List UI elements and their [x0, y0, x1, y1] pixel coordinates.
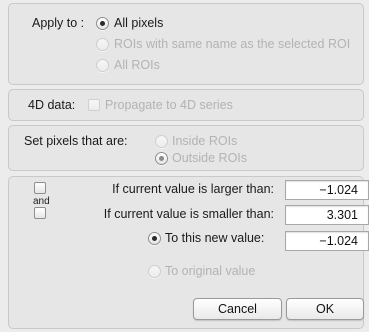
radio-original-value[interactable] [148, 265, 161, 278]
apply-to-label: Apply to : [32, 16, 85, 30]
fourd-label: 4D data: [28, 98, 76, 112]
apply-to-panel: Apply to : All pixels ROIs with same nam… [8, 3, 364, 85]
and-label: and [33, 196, 50, 207]
radio-new-value[interactable] [148, 232, 161, 245]
conditions-panel: and If current value is larger than: −1.… [8, 176, 369, 329]
option-all-pixels-label[interactable]: All pixels [114, 16, 163, 30]
option-inside-rois-label[interactable]: Inside ROIs [172, 134, 237, 148]
smaller-than-input[interactable]: 3.301 [285, 205, 369, 225]
option-all-rois-label[interactable]: All ROIs [114, 58, 160, 72]
option-rois-same-name-label[interactable]: ROIs with same name as the selected ROI [114, 37, 350, 51]
option-outside-rois-label[interactable]: Outside ROIs [172, 151, 247, 165]
larger-than-label: If current value is larger than: [112, 182, 274, 196]
set-pixels-label: Set pixels that are: [24, 134, 128, 148]
propagate-4d-checkbox[interactable] [88, 99, 100, 111]
radio-all-pixels[interactable] [96, 17, 109, 30]
larger-than-input[interactable]: −1.024 [285, 180, 369, 200]
original-value-label[interactable]: To original value [165, 264, 255, 278]
cancel-button[interactable]: Cancel [193, 298, 282, 320]
new-value-label[interactable]: To this new value: [165, 231, 264, 245]
radio-inside-rois[interactable] [155, 135, 168, 148]
ok-button[interactable]: OK [286, 298, 364, 320]
smaller-than-label: If current value is smaller than: [103, 207, 274, 221]
fourd-panel: 4D data: Propagate to 4D series [8, 89, 364, 121]
radio-outside-rois[interactable] [155, 152, 168, 165]
new-value-input[interactable]: −1.024 [285, 231, 369, 251]
radio-rois-same-name[interactable] [96, 38, 109, 51]
propagate-4d-label[interactable]: Propagate to 4D series [105, 98, 233, 112]
smaller-than-checkbox[interactable] [34, 207, 46, 219]
radio-all-rois[interactable] [96, 59, 109, 72]
larger-than-checkbox[interactable] [34, 182, 46, 194]
set-pixels-panel: Set pixels that are: Inside ROIs Outside… [8, 125, 364, 171]
